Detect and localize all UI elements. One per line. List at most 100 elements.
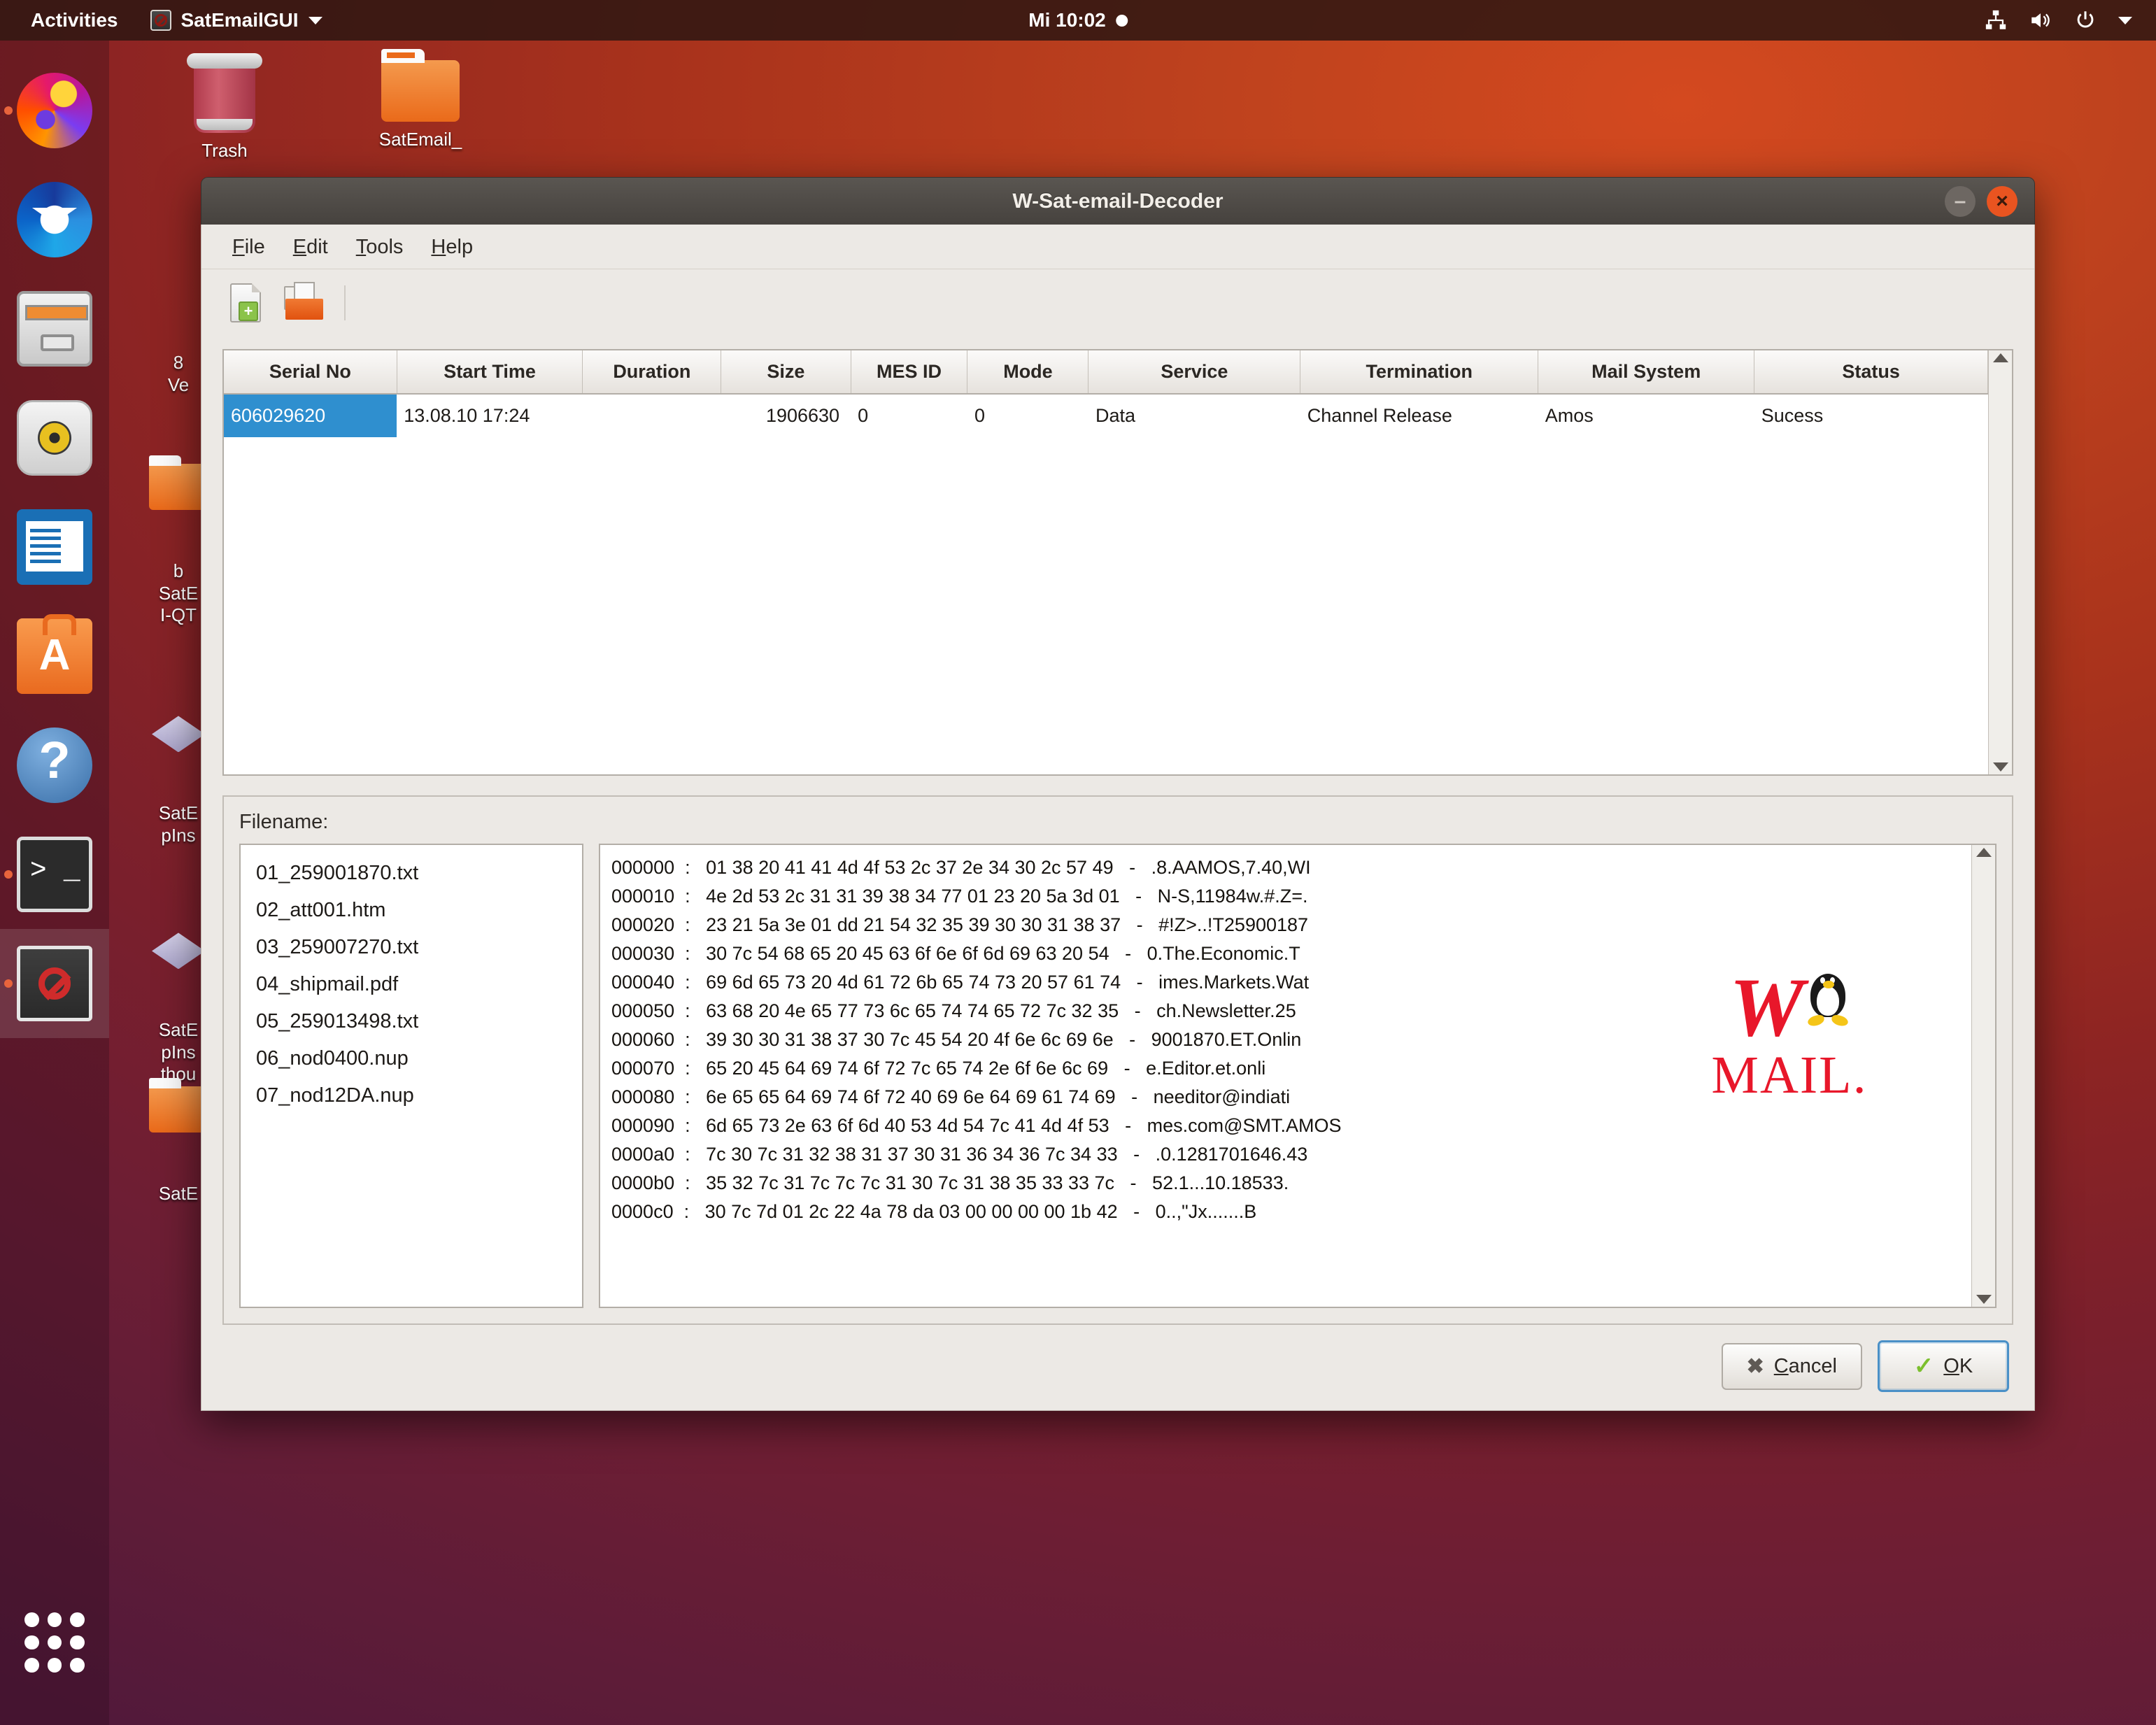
scroll-down-icon[interactable]: [1976, 1295, 1992, 1304]
tux-penguin-icon: [1806, 970, 1850, 1028]
scrollbar-track[interactable]: [1972, 857, 1995, 1295]
dock-item-terminal[interactable]: [0, 820, 109, 929]
new-file-button[interactable]: +: [222, 280, 269, 326]
close-button[interactable]: ×: [1987, 185, 2017, 217]
cell-size: 1906630: [765, 405, 840, 426]
list-item[interactable]: 02_att001.htm: [253, 892, 569, 929]
col-mail-system[interactable]: Mail System: [1538, 350, 1755, 395]
menu-edit-rest: dit: [306, 236, 328, 258]
cell-termination: Channel Release: [1307, 405, 1452, 426]
hex-vertical-scrollbar[interactable]: [1971, 845, 1995, 1307]
scrollbar-track[interactable]: [1989, 362, 2012, 762]
dock-item-satemailgui[interactable]: [0, 929, 109, 1038]
menu-tools-mnemonic: T: [355, 236, 367, 258]
dock-item-files[interactable]: [0, 274, 109, 383]
table-vertical-scrollbar[interactable]: [1988, 350, 2012, 774]
list-item[interactable]: 04_shipmail.pdf: [253, 966, 569, 1003]
activities-button[interactable]: Activities: [24, 6, 125, 34]
ubuntu-software-icon: [17, 613, 92, 694]
list-item[interactable]: 07_nod12DA.nup: [253, 1077, 569, 1114]
volume-icon: [2031, 13, 2050, 27]
system-top-bar: Activities SatEmailGUI Mi 10:02: [0, 0, 2156, 41]
activities-label: Activities: [31, 9, 118, 31]
satemailgui-icon: [17, 946, 92, 1021]
cell-mail-system: Amos: [1545, 405, 1594, 426]
toolbar: +: [201, 269, 2034, 336]
call-records-table-panel: Serial No Start Time Duration Size MES I…: [222, 349, 2013, 776]
table-row[interactable]: 606029620 13.08.10 17:24 1906630 0 0 Dat…: [224, 394, 1988, 437]
clock-label: Mi 10:02: [1028, 9, 1106, 31]
open-folder-icon: [283, 282, 323, 320]
col-mes-id[interactable]: MES ID: [851, 350, 968, 395]
list-item[interactable]: 03_259007270.txt: [253, 929, 569, 966]
menu-edit-mnemonic: E: [292, 236, 307, 258]
power-icon: [2077, 11, 2094, 28]
col-serial-no[interactable]: Serial No: [224, 350, 397, 395]
hex-line: 0000b0 : 35 32 7c 31 7c 7c 7c 31 30 7c 3…: [611, 1172, 1289, 1193]
desktop-icon-trash[interactable]: Trash: [158, 53, 291, 162]
menu-help-rest: elp: [446, 236, 474, 258]
hex-line: 000010 : 4e 2d 53 2c 31 31 39 38 34 77 0…: [611, 886, 1308, 907]
application-dock: [0, 41, 109, 1725]
filename-label: Filename:: [239, 811, 329, 833]
scroll-up-icon[interactable]: [1992, 353, 2008, 362]
menu-tools[interactable]: Tools: [345, 232, 415, 263]
dock-item-thunderbird[interactable]: [0, 165, 109, 274]
cell-start-time: 13.08.10 17:24: [404, 405, 530, 426]
dock-item-help[interactable]: [0, 711, 109, 820]
window-title-bar[interactable]: W-Sat-email-Decoder – ×: [201, 177, 2035, 225]
ok-mnemonic: O: [1943, 1354, 1959, 1377]
cell-duration: [583, 394, 721, 437]
col-size[interactable]: Size: [721, 350, 851, 395]
folder-icon: [149, 1078, 208, 1133]
col-duration[interactable]: Duration: [582, 350, 722, 395]
menu-tools-rest: ools: [366, 236, 404, 258]
network-icon: [1985, 10, 2006, 29]
menu-file[interactable]: File: [221, 232, 276, 263]
col-termination[interactable]: Termination: [1300, 350, 1539, 395]
libreoffice-writer-icon: [17, 509, 92, 585]
menu-edit[interactable]: Edit: [282, 232, 339, 263]
col-mode[interactable]: Mode: [967, 350, 1089, 395]
window-title: W-Sat-email-Decoder: [1012, 189, 1224, 213]
call-records-table[interactable]: Serial No Start Time Duration Size MES I…: [224, 350, 1988, 437]
scroll-down-icon[interactable]: [1992, 762, 2008, 772]
ok-button[interactable]: ✓ OK: [1878, 1340, 2009, 1392]
scroll-up-icon[interactable]: [1976, 848, 1992, 857]
menu-file-rest: ile: [244, 236, 265, 258]
col-service[interactable]: Service: [1088, 350, 1301, 395]
hex-viewer[interactable]: 000000 : 01 38 20 41 41 4d 4f 53 2c 37 2…: [599, 844, 1997, 1308]
system-tray[interactable]: [1984, 8, 2132, 32]
cancel-rest: ancel: [1788, 1354, 1837, 1377]
col-status[interactable]: Status: [1754, 350, 1988, 395]
col-start-time[interactable]: Start Time: [397, 350, 583, 395]
dock-item-firefox[interactable]: [0, 56, 109, 165]
file-list[interactable]: 01_259001870.txt 02_att001.htm 03_259007…: [239, 844, 583, 1308]
open-file-button[interactable]: [280, 280, 326, 326]
cell-mes-id: 0: [858, 405, 869, 426]
cell-status: Sucess: [1761, 405, 1824, 426]
rhythmbox-icon: [17, 400, 92, 476]
list-item[interactable]: 01_259001870.txt: [253, 855, 569, 892]
running-indicator-icon: [4, 106, 13, 115]
chevron-down-icon: [2118, 16, 2132, 24]
show-applications-button[interactable]: [0, 1588, 109, 1697]
terminal-icon: [17, 837, 92, 912]
clock-button[interactable]: Mi 10:02: [1028, 9, 1128, 31]
dock-item-libreoffice-writer[interactable]: [0, 492, 109, 602]
dock-item-rhythmbox[interactable]: [0, 383, 109, 492]
thunderbird-icon: [17, 182, 92, 257]
cancel-button[interactable]: ✖ Cancel: [1721, 1342, 1862, 1390]
list-item[interactable]: 06_nod0400.nup: [253, 1040, 569, 1077]
desktop-icon-satemail-folder[interactable]: SatEmail_: [354, 49, 487, 151]
menu-help[interactable]: Help: [420, 232, 484, 263]
help-icon: [17, 727, 92, 803]
list-item[interactable]: 05_259013498.txt: [253, 1003, 569, 1040]
hex-line: 000000 : 01 38 20 41 41 4d 4f 53 2c 37 2…: [611, 857, 1311, 878]
minimize-button[interactable]: –: [1945, 185, 1976, 217]
menu-file-mnemonic: F: [232, 236, 245, 258]
app-menu-button[interactable]: SatEmailGUI: [143, 6, 329, 34]
folder-icon: [381, 49, 460, 122]
dock-item-ubuntu-software[interactable]: [0, 602, 109, 711]
hex-line: 0000c0 : 30 7c 7d 01 2c 22 4a 78 da 03 0…: [611, 1201, 1257, 1222]
